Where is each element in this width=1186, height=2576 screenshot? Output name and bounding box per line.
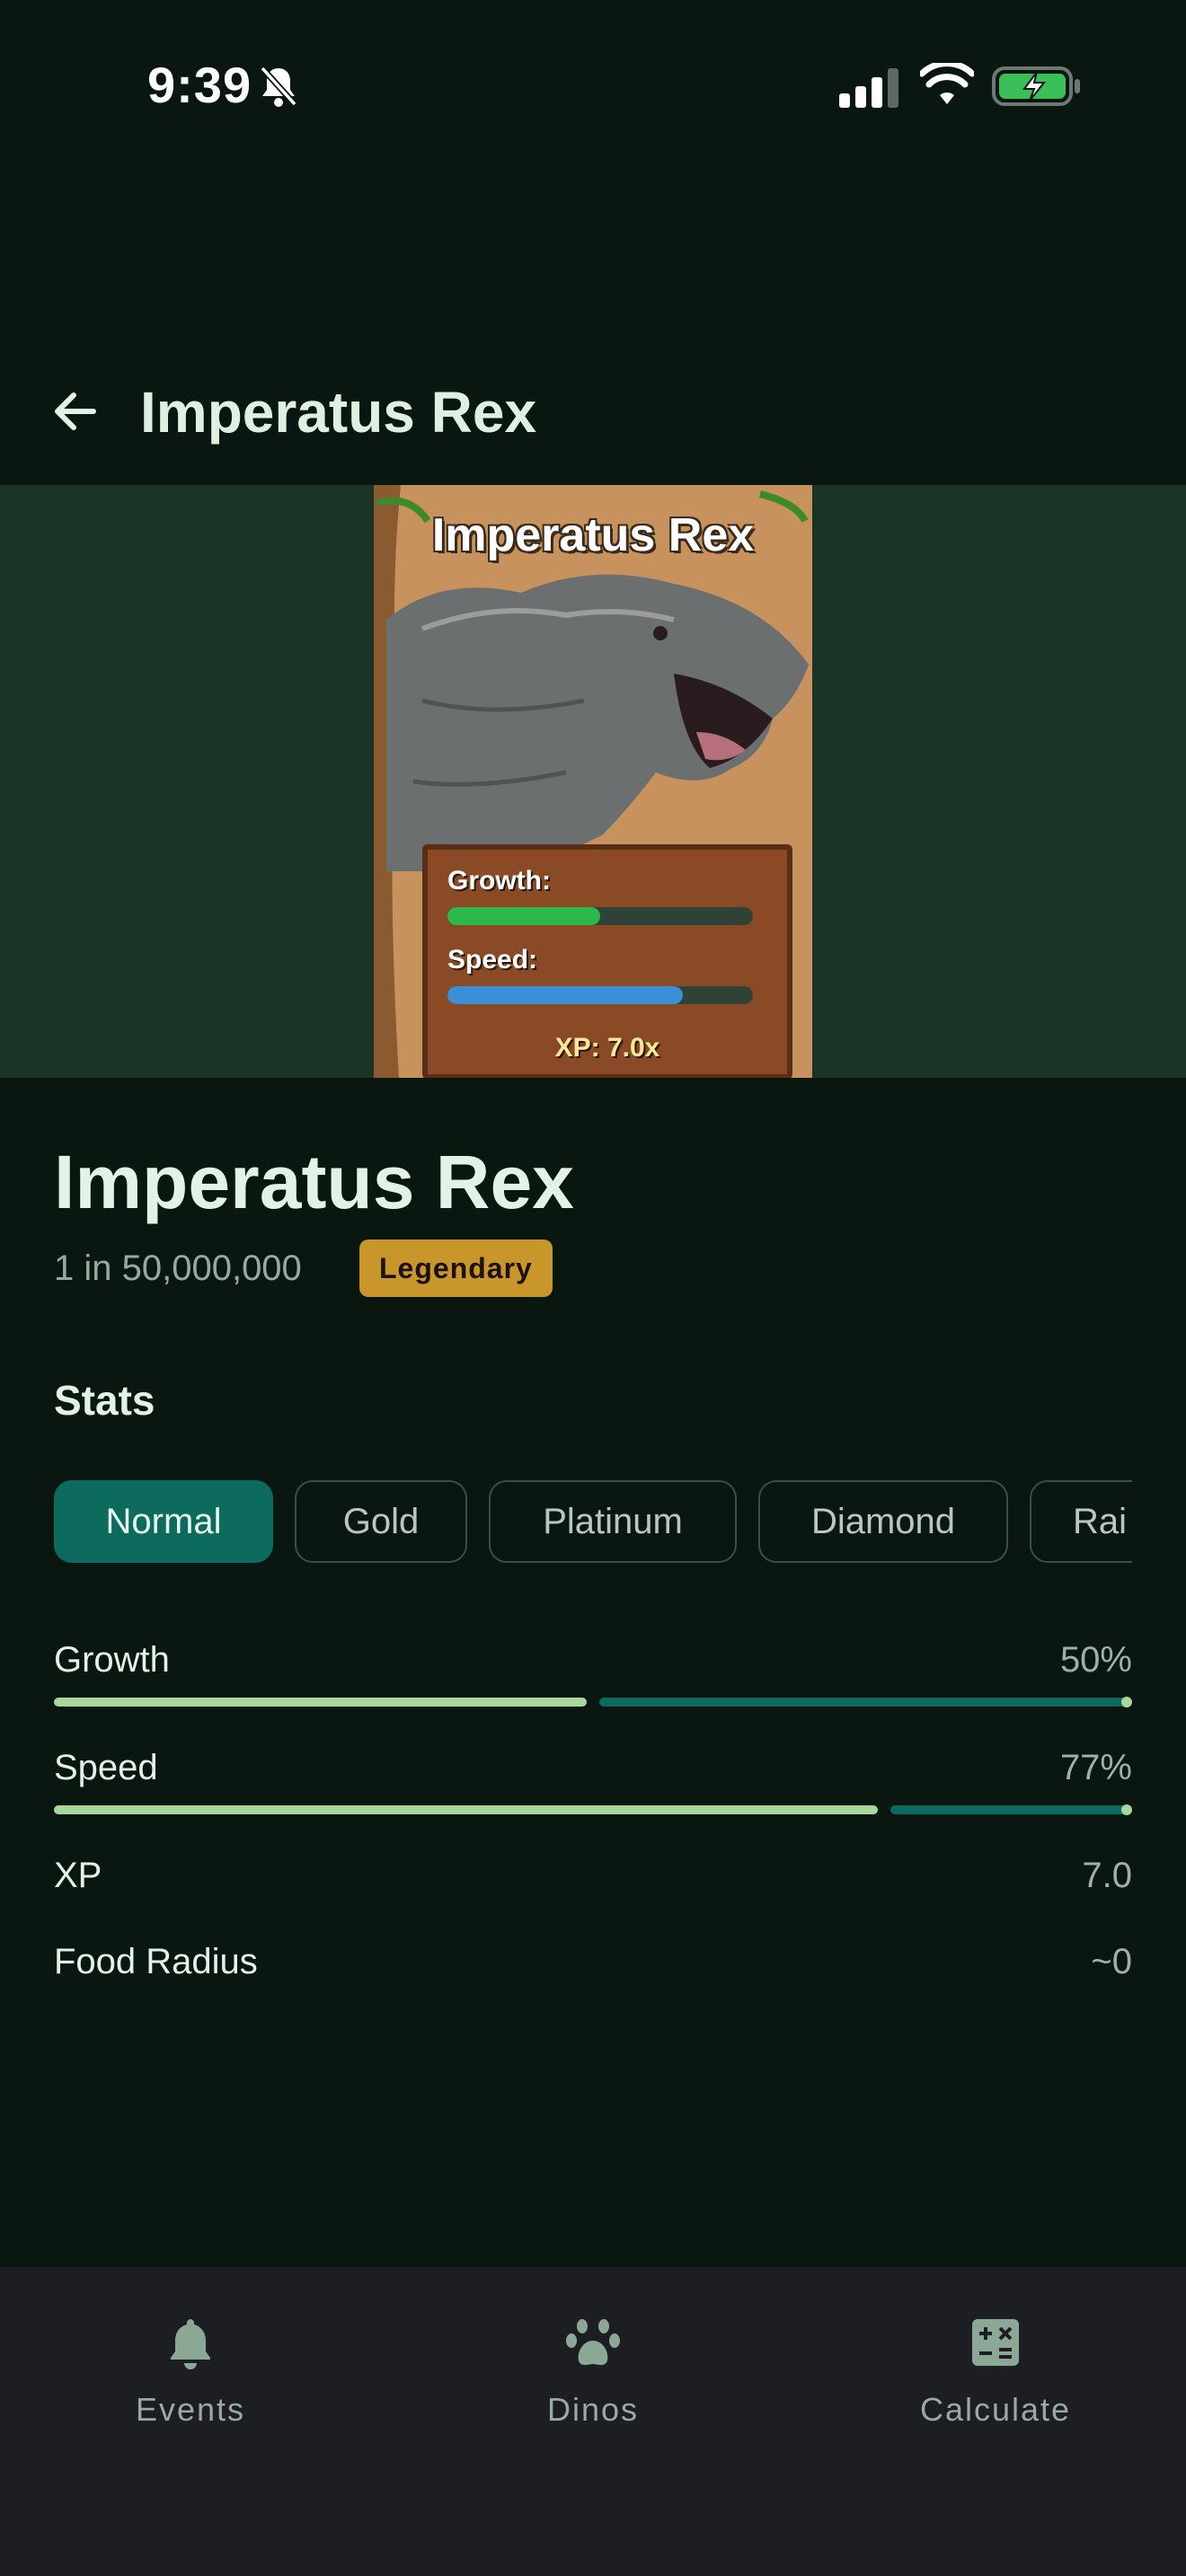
bottom-nav: Events Dinos Calculate: [0, 2267, 1186, 2576]
signal-icon: [839, 68, 898, 108]
growth-bar-filled: [54, 1698, 587, 1707]
status-time: 9:39: [147, 57, 252, 113]
variant-chip-diamond[interactable]: Diamond: [758, 1480, 1008, 1563]
rarity-badge: Legendary: [359, 1239, 553, 1297]
stat-xp-value: 7.0: [1082, 1856, 1132, 1895]
nav-item-events[interactable]: Events: [56, 2314, 325, 2429]
bell-icon: [171, 2319, 210, 2369]
nav-label-calculate: Calculate: [919, 2391, 1072, 2428]
variant-chip-row[interactable]: Normal Gold Platinum Diamond Rai: [54, 1480, 1132, 1566]
speed-bar-remaining: [890, 1805, 1132, 1814]
paw-icon: [566, 2319, 620, 2365]
battery-charging-icon: [992, 66, 1080, 106]
calculator-icon: [972, 2319, 1019, 2366]
card-xp-label: XP: 7.0x: [554, 1033, 660, 1063]
stat-growth-label: Growth: [54, 1640, 170, 1680]
rarity-odds: 1 in 50,000,000: [54, 1248, 302, 1288]
speed-bar-end-dot: [1121, 1804, 1132, 1815]
stat-food-radius-label: Food Radius: [54, 1942, 258, 1981]
card-growth-bar: [447, 907, 753, 925]
status-bar: 9:39: [0, 0, 1186, 180]
card-speed-bar: [447, 986, 753, 1004]
page-title: Imperatus Rex: [140, 380, 537, 445]
nav-label-dinos: Dinos: [546, 2391, 640, 2428]
stat-xp-label: XP: [54, 1856, 102, 1895]
nav-label-events: Events: [135, 2391, 246, 2428]
card-speed-label: Speed:: [447, 945, 538, 975]
stats-heading: Stats: [54, 1377, 155, 1424]
variant-chip-normal[interactable]: Normal: [54, 1480, 273, 1563]
stat-growth-value: 50%: [1059, 1640, 1132, 1680]
stat-speed-label: Speed: [54, 1748, 158, 1787]
variant-chip-platinum[interactable]: Platinum: [489, 1480, 737, 1563]
card-growth-fill: [447, 907, 600, 925]
dino-name: Imperatus Rex: [54, 1140, 574, 1224]
dino-card-image: Growth: Speed: XP: 7.0x Imperatus Rex: [374, 485, 812, 1078]
card-growth-label: Growth:: [447, 866, 551, 895]
hero-image-area: Growth: Speed: XP: 7.0x Imperatus Rex: [0, 485, 1186, 1078]
speed-bar-filled: [54, 1805, 878, 1814]
back-arrow-icon[interactable]: [49, 384, 102, 438]
nav-item-calculate[interactable]: Calculate: [861, 2314, 1130, 2429]
variant-chip-gold[interactable]: Gold: [295, 1480, 467, 1563]
nav-item-dinos[interactable]: Dinos: [458, 2314, 728, 2429]
card-title: Imperatus Rex: [431, 509, 755, 561]
stat-food-radius-value: ~0: [1091, 1942, 1132, 1981]
card-stats-panel: Growth: Speed: XP: 7.0x: [422, 844, 792, 1078]
card-speed-fill: [447, 986, 683, 1004]
growth-bar-end-dot: [1121, 1697, 1132, 1707]
wifi-icon: [920, 63, 974, 104]
app-bar: Imperatus Rex: [0, 341, 1186, 485]
bell-off-icon: [260, 66, 297, 107]
stat-speed-value: 77%: [1059, 1748, 1132, 1787]
growth-bar-remaining: [599, 1698, 1132, 1707]
variant-chip-rainbow[interactable]: Rai: [1030, 1480, 1132, 1563]
